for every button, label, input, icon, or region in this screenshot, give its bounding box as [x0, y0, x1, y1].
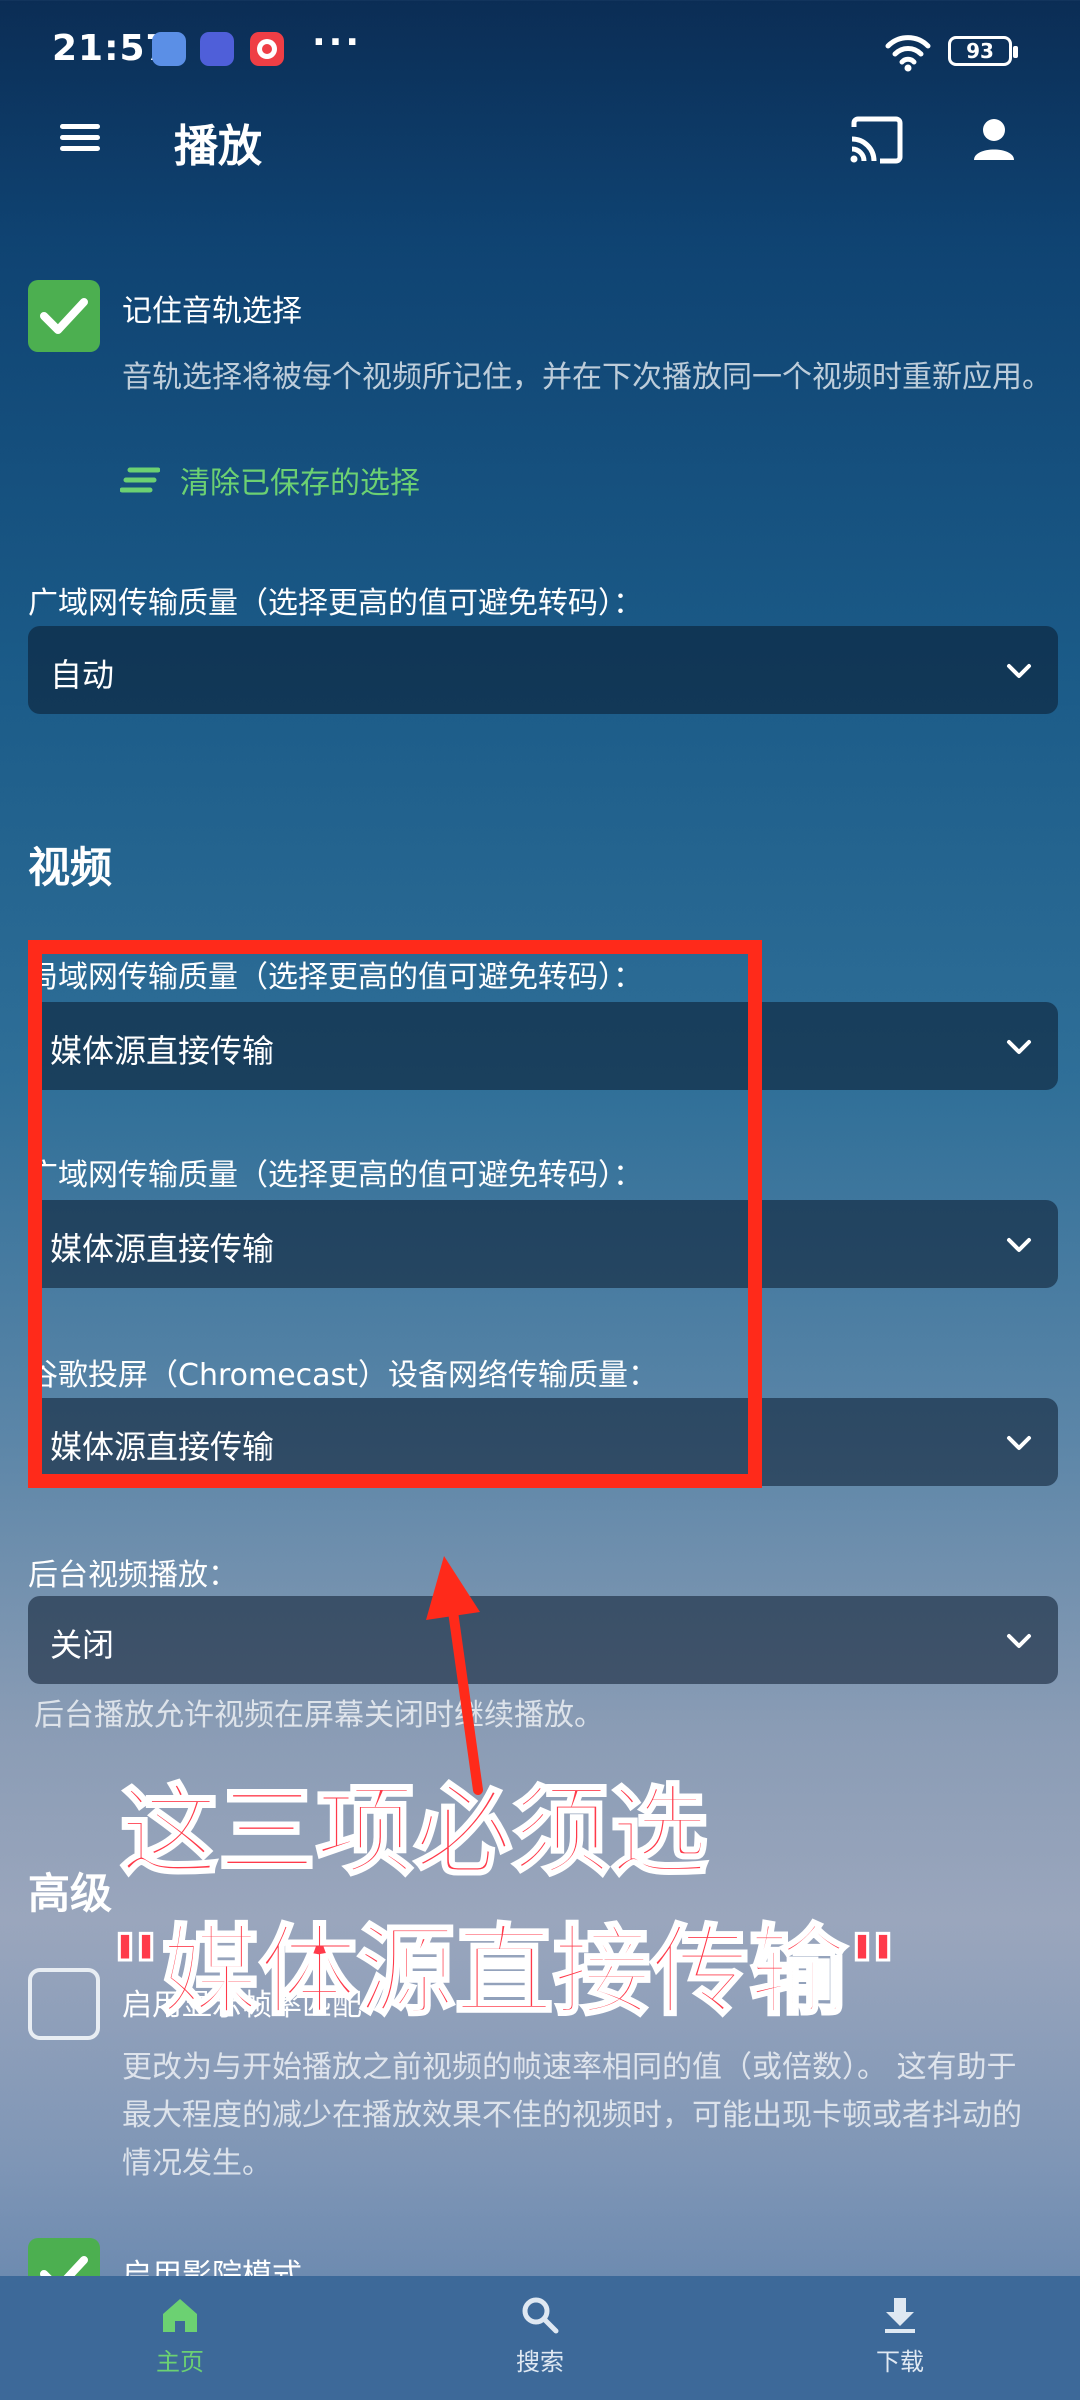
wan-audio-quality-label: 广域网传输质量（选择更高的值可避免转码）：	[28, 586, 643, 621]
annotation-highlight-box	[28, 940, 762, 1488]
frame-rate-checkbox[interactable]	[28, 1968, 100, 2040]
browser-notification-icon	[200, 32, 234, 66]
menu-icon[interactable]	[60, 118, 114, 162]
bottom-nav: 主页 搜索 下载	[0, 2276, 1080, 2400]
remember-audio-title: 记住音轨选择	[122, 294, 302, 329]
check-icon	[40, 298, 88, 334]
nav-label: 搜索	[516, 2348, 564, 2376]
video-section-title: 视频	[28, 843, 113, 892]
nav-label: 下载	[876, 2348, 924, 2376]
nav-label: 主页	[156, 2348, 204, 2376]
clear-selection-label: 清除已保存的选择	[180, 466, 420, 501]
user-icon[interactable]	[966, 112, 1022, 168]
chevron-down-icon	[1007, 1634, 1031, 1648]
home-icon	[163, 2299, 197, 2332]
background-play-select[interactable]: 关闭	[28, 1596, 1058, 1684]
select-value: 关闭	[50, 1626, 115, 1664]
remember-audio-checkbox[interactable]	[28, 280, 100, 352]
cast-icon[interactable]	[848, 115, 904, 165]
download-icon	[885, 2298, 915, 2333]
nav-item-download[interactable]: 下载	[820, 2294, 980, 2377]
more-notifications-icon: ···	[312, 22, 363, 63]
nav-item-home[interactable]: 主页	[100, 2294, 260, 2377]
background-play-label: 后台视频播放：	[28, 1558, 238, 1593]
chevron-down-icon	[1007, 1040, 1031, 1054]
annotation-text-line1: 这三项必须选	[118, 1774, 709, 1891]
wan-audio-quality-select[interactable]: 自动	[28, 626, 1058, 714]
advanced-section-title: 高级	[28, 1869, 113, 1918]
record-notification-icon	[250, 32, 284, 66]
battery-icon: 93	[948, 36, 1018, 66]
remember-audio-description: 音轨选择将被每个视频所记住，并在下次播放同一个视频时重新应用。	[122, 360, 1052, 395]
clear-all-icon	[120, 467, 160, 493]
wifi-icon	[885, 35, 931, 72]
frame-rate-description: 更改为与开始播放之前视频的帧速率相同的值（或倍数）。 这有助于最大程度的减少在播…	[122, 2050, 1022, 2181]
nav-item-search[interactable]: 搜索	[460, 2294, 620, 2377]
app-notification-icon	[152, 32, 186, 66]
status-bar: 21:57 ··· 93	[0, 0, 1080, 100]
search-icon	[522, 2297, 559, 2334]
annotation-text-line2: "媒体源直接传输"	[108, 1914, 899, 2031]
page-title: 播放	[174, 121, 262, 172]
chevron-down-icon	[1007, 1436, 1031, 1450]
chevron-down-icon	[1007, 1238, 1031, 1252]
chevron-down-icon	[1007, 664, 1031, 678]
select-value: 自动	[50, 656, 115, 694]
